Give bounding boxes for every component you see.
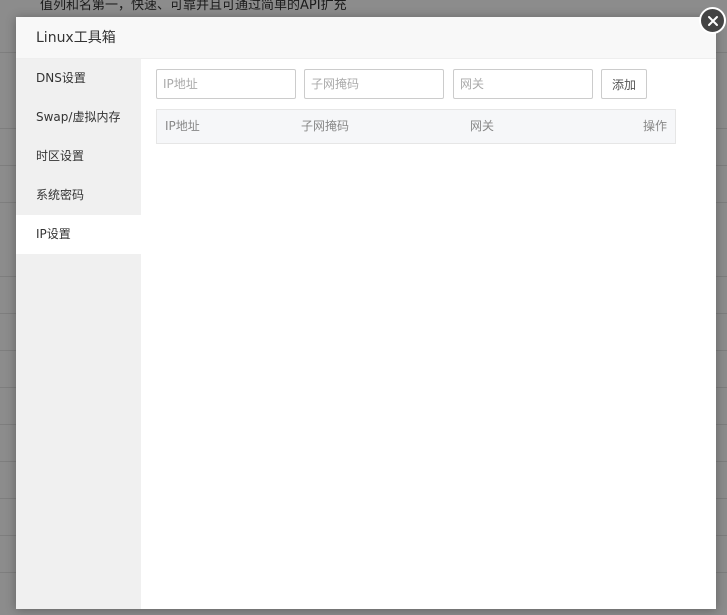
gateway-input[interactable] [453, 69, 593, 99]
ip-settings-panel: 添加 IP地址 子网掩码 网关 操作 [141, 59, 716, 609]
linux-toolbox-dialog: Linux工具箱 DNS设置 Swap/虚拟内存 时区设置 系统密码 IP设置 … [16, 17, 716, 609]
dialog-header: Linux工具箱 [16, 17, 716, 59]
subnet-mask-input[interactable] [304, 69, 444, 99]
sidebar-item-dns[interactable]: DNS设置 [16, 59, 141, 98]
ip-table-header: IP地址 子网掩码 网关 操作 [156, 109, 676, 144]
add-ip-button[interactable]: 添加 [601, 69, 647, 99]
close-dialog-button[interactable] [699, 7, 726, 34]
sidebar-item-label: Swap/虚拟内存 [36, 110, 121, 124]
sidebar-item-timezone[interactable]: 时区设置 [16, 137, 141, 176]
column-header-ip: IP地址 [165, 119, 200, 133]
close-icon [707, 15, 718, 26]
sidebar-item-swap[interactable]: Swap/虚拟内存 [16, 98, 141, 137]
column-header-mask: 子网掩码 [301, 119, 350, 133]
sidebar-item-label: 系统密码 [36, 188, 85, 202]
ip-form: 添加 [156, 69, 716, 99]
sidebar-item-label: DNS设置 [36, 71, 86, 85]
sidebar-item-system-password[interactable]: 系统密码 [16, 176, 141, 215]
sidebar-item-label: IP设置 [36, 227, 71, 241]
column-header-actions: 操作 [642, 119, 667, 133]
column-header-gateway: 网关 [470, 119, 495, 133]
sidebar-item-ip-settings[interactable]: IP设置 [16, 215, 141, 254]
ip-address-input[interactable] [156, 69, 296, 99]
dialog-sidebar: DNS设置 Swap/虚拟内存 时区设置 系统密码 IP设置 [16, 59, 141, 609]
dialog-title: Linux工具箱 [36, 30, 116, 46]
sidebar-item-label: 时区设置 [36, 149, 85, 163]
